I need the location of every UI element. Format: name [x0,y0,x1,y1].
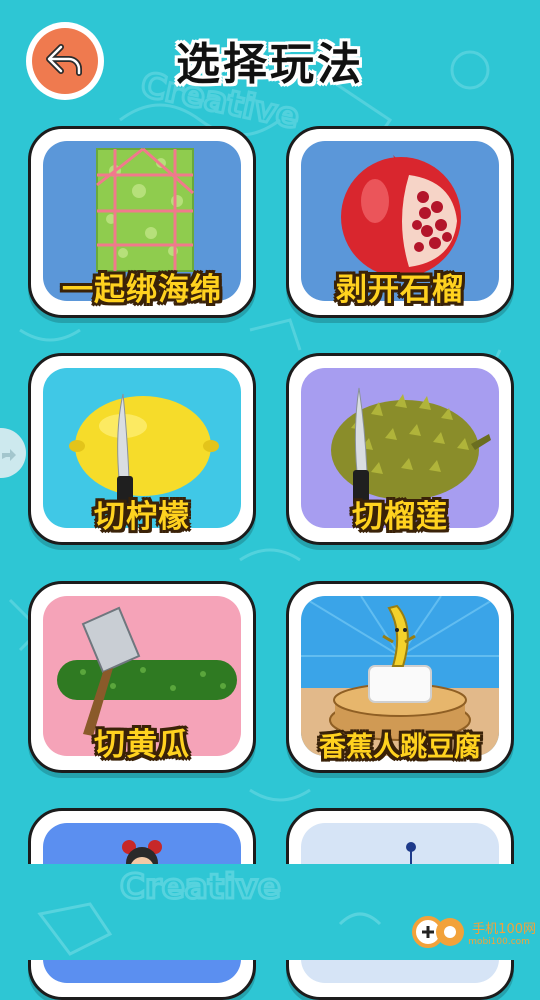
game-card-sponge[interactable]: 一起绑海绵 [28,126,256,318]
svg-text:Creative: Creative [120,867,281,907]
card-label: 切榴莲 [352,499,448,535]
watermark-sub: mobi100.com [468,936,530,947]
card-label: 切柠檬 [94,499,190,535]
watermark: 手机100网 mobi100.com [412,910,536,954]
game-card-durian[interactable]: 切榴莲 [286,353,514,545]
card-label: 香蕉人跳豆腐 [319,732,481,763]
game-card-pomegranate[interactable]: 剥开石榴 [286,126,514,318]
card-label: 一起绑海绵 [62,272,222,308]
page-title: 选择玩法 [176,39,364,90]
game-card-lemon[interactable]: 切柠檬 [28,353,256,545]
watermark-logo-icon [412,916,465,948]
watermark-label: 手机100网 [472,921,536,937]
share-icon [2,449,16,461]
watermark-text: 手机100网 mobi100.com [468,918,536,947]
game-card-cucumber[interactable]: 切黄瓜 [28,581,256,773]
card-label: 剥开石榴 [336,272,464,308]
header: 选择玩法 [0,0,540,110]
card-label: 切黄瓜 [94,727,190,763]
game-card-banana-tofu[interactable]: 香蕉人跳豆腐 [286,581,514,773]
bottom-band: Creative 手机100网 mobi100.com [0,864,540,960]
